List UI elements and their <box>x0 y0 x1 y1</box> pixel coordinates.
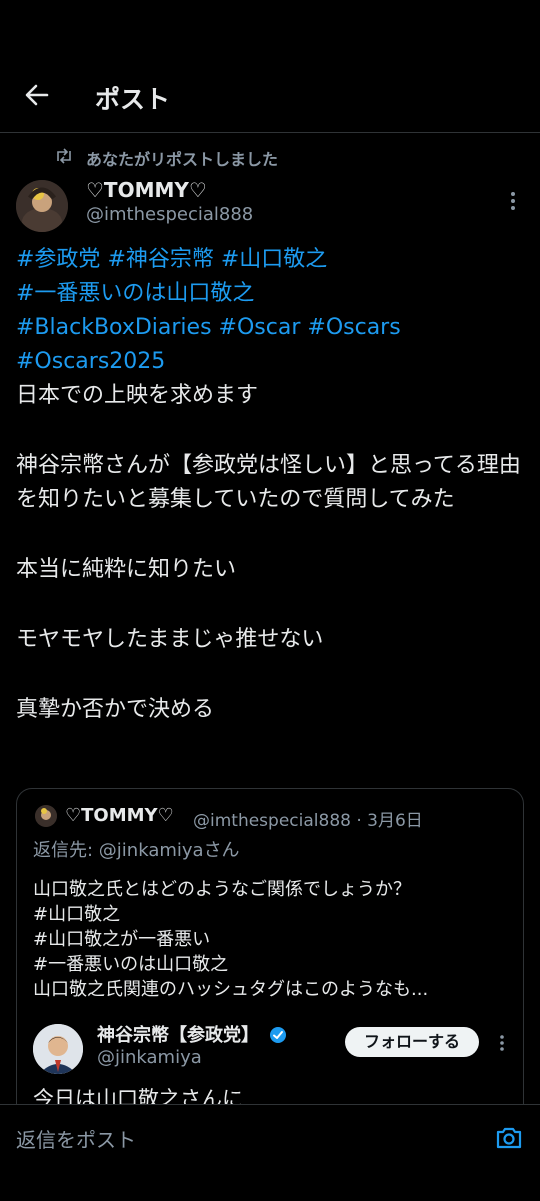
repost-text: あなたがリポストしました <box>86 150 279 169</box>
post-text-line: モヤモヤしたままじゃ推せない <box>16 627 324 652</box>
reply-input[interactable]: 返信をポスト <box>16 1124 136 1153</box>
page-title: ポスト <box>95 85 171 114</box>
quote-text-line: 山口敬之氏関連のハッシュタグはこのようなも... <box>33 979 429 1000</box>
embedded-avatar[interactable] <box>33 1024 83 1074</box>
quote-text: 山口敬之氏とはどのようなご関係でしょうか？ #山口敬之 #山口敬之が一番悪い #… <box>33 877 503 1002</box>
quote-text-line: #山口敬之が一番悪い <box>33 929 211 950</box>
hashtag-line: #参政党 #神谷宗幣 #山口敬之 <box>16 243 528 277</box>
quoted-post[interactable]: ♡TOMMY♡ @imthespecial888 · 3月6日 返信先: @ji… <box>16 788 524 1120</box>
top-bar: ポスト <box>0 60 540 133</box>
camera-icon[interactable] <box>494 1123 524 1153</box>
more-vertical-icon[interactable] <box>497 1033 507 1053</box>
hashtag-link[interactable]: #参政党 <box>16 247 100 272</box>
quote-text-line: #山口敬之 <box>33 904 121 925</box>
display-name[interactable]: ♡TOMMY♡ <box>86 178 207 202</box>
hashtag-link[interactable]: #Oscars2025 <box>16 349 165 374</box>
reply-to-line: 返信先: @jinkamiyaさん <box>33 836 240 862</box>
hashtag-line: #Oscars2025 <box>16 345 528 379</box>
hashtag-line: #一番悪いのは山口敬之 <box>16 277 528 311</box>
hashtag-link[interactable]: #BlackBoxDiaries <box>16 315 212 340</box>
reply-composer: 返信をポスト <box>0 1104 540 1201</box>
embedded-display-name[interactable]: 神谷宗幣【参政党】 <box>97 1021 287 1047</box>
post-body: #参政党 #神谷宗幣 #山口敬之 #一番悪いのは山口敬之 #BlackBoxDi… <box>16 243 528 727</box>
hashtag-line: #BlackBoxDiaries #Oscar #Oscars <box>16 311 528 345</box>
quote-display-name[interactable]: ♡TOMMY♡ <box>65 805 174 826</box>
reply-prefix: 返信先: <box>33 840 99 861</box>
repost-icon <box>57 148 71 164</box>
follow-button[interactable]: フォローする <box>345 1027 479 1057</box>
hashtags: #参政党 #神谷宗幣 #山口敬之 #一番悪いのは山口敬之 #BlackBoxDi… <box>16 243 528 379</box>
quote-avatar[interactable] <box>35 805 57 827</box>
hashtag-link[interactable]: #Oscars <box>307 315 400 340</box>
more-vertical-icon[interactable] <box>506 190 520 212</box>
hashtag-link[interactable]: #一番悪いのは山口敬之 <box>16 281 254 306</box>
quote-text-line: 山口敬之氏とはどのようなご関係でしょうか？ <box>33 879 411 900</box>
verified-badge-icon <box>270 1027 287 1043</box>
username-handle[interactable]: @imthespecial888 <box>86 204 253 225</box>
quote-handle-date: @imthespecial888 · 3月6日 <box>193 811 423 831</box>
reply-mention[interactable]: @jinkamiyaさん <box>99 840 240 861</box>
post-text-line: 本当に純粋に知りたい <box>16 557 237 582</box>
avatar[interactable] <box>16 180 68 232</box>
hashtag-link[interactable]: #山口敬之 <box>221 247 327 272</box>
embedded-name-text: 神谷宗幣【参政党】 <box>97 1025 259 1046</box>
hashtag-link[interactable]: #Oscar <box>219 315 301 340</box>
back-arrow-icon[interactable] <box>22 80 52 110</box>
post-text-line: 日本での上映を求めます <box>16 383 259 408</box>
quote-text-line: #一番悪いのは山口敬之 <box>33 954 229 975</box>
embedded-handle[interactable]: @jinkamiya <box>97 1047 202 1068</box>
hashtag-link[interactable]: #神谷宗幣 <box>107 247 213 272</box>
post-text-line: 神谷宗幣さんが【参政党は怪しい】と思ってる理由を知りたいと募集していたので質問し… <box>16 453 521 512</box>
post-text-line: 真摯か否かで決める <box>16 697 215 722</box>
